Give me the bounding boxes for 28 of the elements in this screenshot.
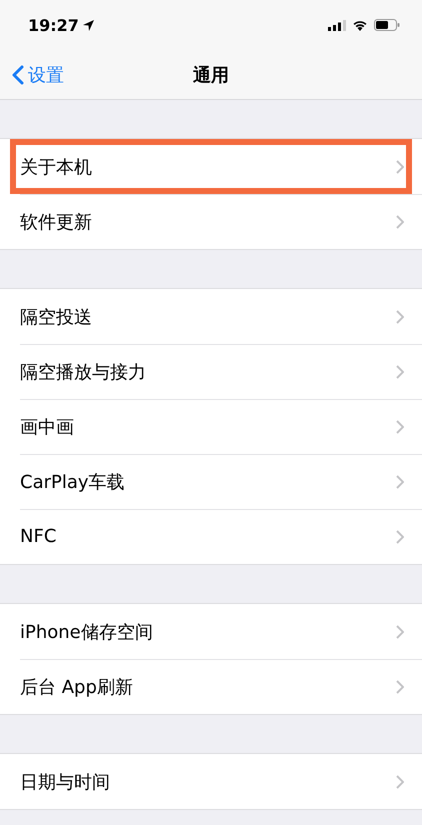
settings-row[interactable]: 隔空播放与接力: [0, 344, 422, 399]
chevron-icon: [396, 624, 404, 638]
chevron-icon: [396, 364, 404, 378]
chevron-icon: [396, 530, 404, 544]
battery-icon: [374, 19, 400, 31]
signal-icon: [328, 20, 346, 30]
back-button[interactable]: 设置: [12, 62, 64, 86]
settings-row[interactable]: 后台 App刷新: [0, 659, 422, 714]
settings-row[interactable]: iPhone储存空间: [0, 604, 422, 659]
settings-row[interactable]: CarPlay车载: [0, 454, 422, 509]
settings-row[interactable]: 关于本机: [0, 139, 422, 194]
chevron-icon: [396, 310, 404, 324]
settings-row[interactable]: NFC: [0, 509, 422, 564]
location-arrow-icon: [82, 20, 94, 30]
chevron-icon: [396, 160, 404, 174]
chevron-icon: [396, 214, 404, 228]
chevron-icon: [396, 680, 404, 694]
page-title: 通用: [193, 64, 229, 86]
chevron-icon: [396, 420, 404, 434]
settings-row[interactable]: 日期与时间: [0, 754, 422, 809]
settings-row[interactable]: 软件更新: [0, 194, 422, 249]
back-chevron-icon: [12, 64, 24, 84]
chevron-icon: [396, 774, 404, 788]
settings-row[interactable]: 画中画: [0, 399, 422, 454]
status-time: 19:27: [28, 16, 79, 34]
wifi-icon: [352, 19, 368, 31]
settings-row[interactable]: 隔空投送: [0, 289, 422, 344]
chevron-icon: [396, 474, 404, 488]
